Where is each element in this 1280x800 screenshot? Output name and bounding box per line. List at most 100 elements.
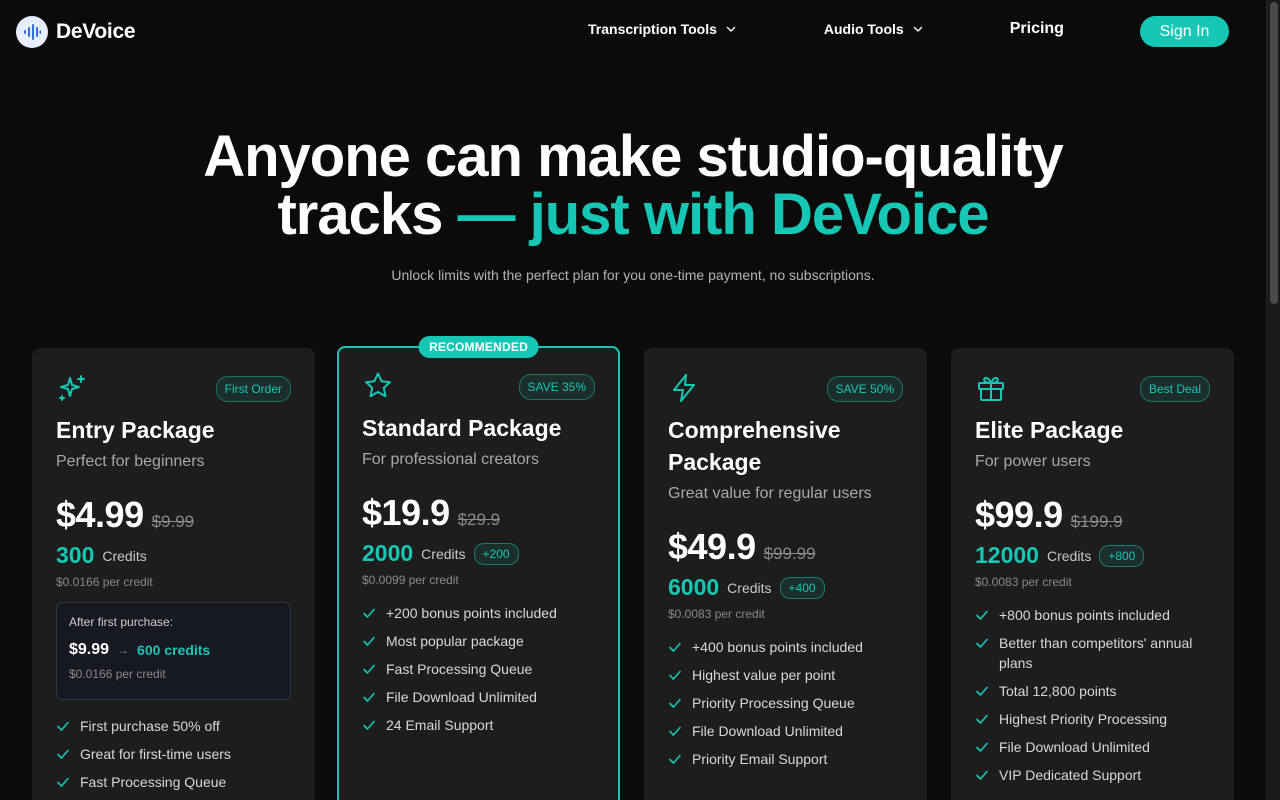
check-icon: [363, 692, 375, 702]
lightning-icon: [673, 374, 695, 402]
feature-text: Most popular package: [386, 633, 524, 649]
list-item: +800 bonus points included: [975, 605, 1210, 625]
plan-description: For power users: [975, 453, 1091, 470]
list-item: 24 Email Support: [362, 715, 595, 735]
list-item: Total 12,800 points: [975, 681, 1210, 701]
plan-description: Great value for regular users: [668, 485, 872, 502]
plan-old-price: $199.9: [1070, 512, 1123, 531]
plan-credits-label: Credits: [1046, 547, 1092, 564]
list-item: File Download Unlimited: [362, 687, 595, 707]
feature-text: VIP Dedicated Support: [999, 767, 1142, 783]
plan-price: $19.9: [362, 492, 450, 533]
plan-old-price: $99.99: [763, 544, 816, 563]
plan-features: +800 bonus points included Better than c…: [975, 605, 1210, 785]
brand-name: DeVoice: [56, 20, 136, 43]
plan-tag: SAVE 35%: [518, 374, 595, 400]
feature-text: Priority Processing Queue: [692, 695, 855, 711]
plan-features: First purchase 50% off Great for first-t…: [56, 716, 291, 792]
plan-card-entry[interactable]: First Order Entry Package Perfect for be…: [32, 348, 315, 800]
pricing-page: DeVoice Transcription Tools Audio Tools …: [0, 0, 1280, 800]
nav-item-label: Audio Tools: [823, 21, 904, 37]
plan-card-standard[interactable]: RECOMMENDED SAVE 35% Standard Package Fo…: [337, 336, 620, 800]
bonus-badge: +800: [1099, 544, 1145, 567]
feature-text: File Download Unlimited: [692, 723, 843, 739]
plan-card-elite[interactable]: Best Deal Elite Package For power users …: [951, 348, 1234, 800]
after-purchase-per-credit: $0.0166 per credit: [69, 667, 166, 681]
check-icon: [976, 686, 988, 696]
hero-section: Anyone can make studio-quality tracks — …: [0, 128, 1266, 284]
list-item: File Download Unlimited: [975, 737, 1210, 757]
check-icon: [57, 777, 69, 787]
nav-audio-tools[interactable]: Audio Tools: [824, 21, 924, 37]
feature-text: Priority Email Support: [692, 751, 828, 767]
list-item: Fast Processing Queue: [362, 659, 595, 679]
nav-pricing[interactable]: Pricing: [1010, 20, 1064, 38]
plan-price: $99.9: [975, 494, 1063, 535]
plan-credits: 300: [56, 542, 95, 568]
hero-title-line1: Anyone can make studio-quality: [203, 124, 1064, 189]
check-icon: [57, 749, 69, 759]
list-item: File Download Unlimited: [668, 721, 903, 741]
list-item: Priority Processing Queue: [668, 693, 903, 713]
feature-text: File Download Unlimited: [386, 689, 537, 705]
star-icon: [365, 372, 391, 398]
check-icon: [669, 670, 681, 680]
check-icon: [363, 720, 375, 730]
feature-text: First purchase 50% off: [80, 718, 220, 734]
feature-text: Highest value per point: [692, 667, 836, 683]
feature-text: Better than competitors' annual plans: [999, 635, 1193, 671]
plan-description: Perfect for beginners: [56, 453, 205, 470]
check-icon: [976, 714, 988, 724]
list-item: VIP Dedicated Support: [975, 765, 1210, 785]
list-item: Highest Priority Processing: [975, 709, 1210, 729]
list-item: Great for first-time users: [56, 744, 291, 764]
feature-text: 24 Email Support: [386, 717, 494, 733]
plan-name-line1: Comprehensive: [668, 417, 841, 443]
plan-per-credit: $0.0166 per credit: [56, 575, 153, 589]
chevron-down-icon: [913, 26, 922, 32]
plan-credits-label: Credits: [421, 545, 466, 562]
chevron-down-icon: [726, 26, 736, 32]
plan-features: +400 bonus points included Highest value…: [668, 637, 903, 769]
plan-per-credit: $0.0083 per credit: [975, 575, 1072, 589]
check-icon: [363, 608, 375, 618]
plan-price: $49.9: [668, 526, 756, 567]
plan-tag: First Order: [215, 376, 291, 402]
plan-tag: Best Deal: [1139, 376, 1210, 402]
site-header: DeVoice Transcription Tools Audio Tools …: [0, 0, 1266, 64]
plan-features: +200 bonus points included Most popular …: [362, 603, 595, 735]
list-item: Fast Processing Queue: [56, 772, 291, 792]
check-icon: [669, 698, 681, 708]
plan-name: Entry Package: [56, 417, 215, 443]
check-icon: [976, 770, 988, 780]
check-icon: [669, 642, 681, 652]
plan-credits-label: Credits: [102, 547, 147, 564]
page-scrollbar[interactable]: [1266, 0, 1280, 800]
scrollbar-thumb[interactable]: [1270, 2, 1278, 304]
check-icon: [976, 610, 988, 620]
check-icon: [669, 754, 681, 764]
check-icon: [976, 742, 988, 752]
plan-card-comprehensive[interactable]: SAVE 50% Comprehensive Package Great val…: [644, 348, 927, 800]
list-item: Better than competitors' annual plans: [975, 633, 1210, 673]
check-icon: [669, 726, 681, 736]
feature-text: Great for first-time users: [80, 746, 231, 762]
feature-text: Total 12,800 points: [999, 683, 1117, 699]
list-item: Highest value per point: [668, 665, 903, 685]
waveform-icon: [16, 16, 48, 48]
brand-logo[interactable]: DeVoice: [16, 16, 136, 48]
plan-credits: 2000: [362, 540, 414, 566]
plan-name-line2: Package: [668, 449, 762, 475]
list-item: Priority Email Support: [668, 749, 903, 769]
check-icon: [363, 636, 375, 646]
recommended-badge: RECOMMENDED: [418, 336, 539, 358]
nav-transcription-tools[interactable]: Transcription Tools: [588, 21, 737, 37]
feature-text: +200 bonus points included: [386, 605, 557, 621]
sparkles-icon: [59, 375, 85, 401]
check-icon: [363, 664, 375, 674]
sign-in-button[interactable]: Sign In: [1140, 16, 1229, 47]
feature-text: Fast Processing Queue: [386, 661, 533, 677]
hero-title-accent: — just with DeVoice: [457, 182, 990, 247]
bonus-badge: +400: [779, 576, 825, 599]
after-purchase-title: After first purchase:: [69, 615, 174, 629]
